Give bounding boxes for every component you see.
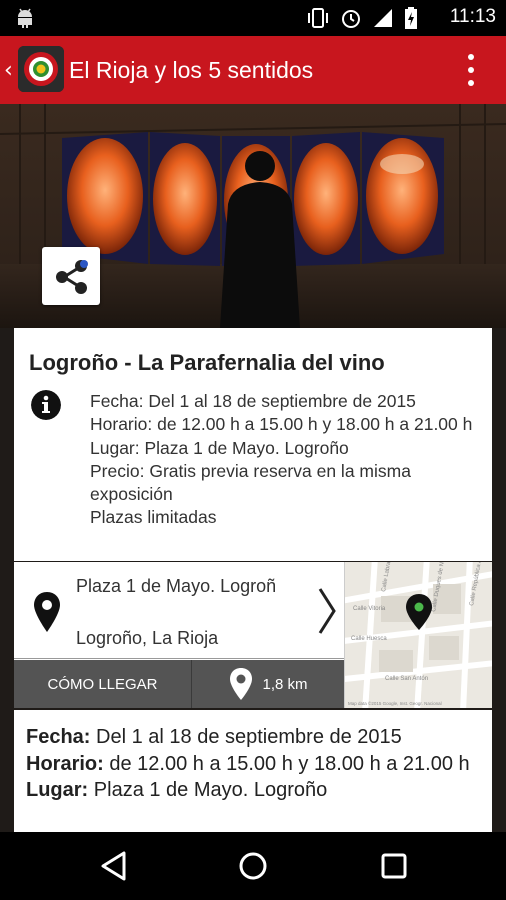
info-line-lugar: Lugar: Plaza 1 de Mayo. Logroño: [90, 437, 349, 458]
details-fecha: Fecha: Del 1 al 18 de septiembre de 2015: [26, 726, 402, 748]
event-details-card: Fecha: Del 1 al 18 de septiembre de 2015…: [14, 710, 492, 832]
info-line-fecha: Fecha: Del 1 al 18 de septiembre de 2015: [90, 391, 416, 411]
info-line-plazas: Plazas limitadas: [90, 507, 217, 528]
map-street-label: Calle San Antón: [385, 676, 428, 682]
vibrate-icon: [308, 8, 328, 28]
recents-nav-icon[interactable]: [378, 850, 410, 882]
location-pin-icon: [230, 668, 253, 700]
location-pin-icon: [34, 592, 60, 632]
signal-icon: [374, 9, 392, 27]
event-title: Logroño - La Parafernalia del vino: [29, 350, 385, 375]
distance-label: 1,8 km: [262, 675, 308, 693]
status-bar: 11:13: [0, 0, 506, 36]
divider: [14, 658, 344, 659]
clock: 11:13: [449, 6, 496, 27]
home-nav-icon[interactable]: [237, 850, 269, 882]
info-line-horario: Horario: de 12.00 h a 15.00 h y 18.00 h …: [90, 414, 473, 435]
event-info-card: Logroño - La Parafernalia del vino Fecha…: [14, 328, 492, 561]
chevron-right-icon[interactable]: [314, 586, 338, 636]
address-line-1: Plaza 1 de Mayo. Logroñ: [76, 576, 277, 596]
como-llegar-button[interactable]: CÓMO LLEGAR: [14, 660, 192, 708]
map-attribution: Map data ©2015 Google, Inst. Geogr. Naci…: [348, 700, 442, 706]
map-street-label: Calle Vitoria: [353, 606, 386, 612]
info-line-precio: Precio: Gratis previa reserva en la mism…: [90, 460, 411, 505]
app-bar: ‹ El Rioja y los 5 sentidos: [0, 36, 506, 104]
distance-button[interactable]: 1,8 km: [192, 660, 344, 708]
app-logo[interactable]: [18, 46, 64, 92]
app-title: El Rioja y los 5 sentidos: [69, 57, 314, 83]
details-lugar: Lugar: Plaza 1 de Mayo. Logroño: [26, 779, 328, 801]
alarm-icon: [342, 10, 360, 28]
android-icon: [18, 8, 32, 28]
event-info-text: Fecha: Del 1 al 18 de septiembre de 2015…: [90, 390, 480, 530]
map-street-label: Calle Huesca: [351, 636, 387, 642]
back-arrow-icon[interactable]: ‹: [4, 58, 13, 83]
details-horario: Horario: de 12.00 h a 15.00 h y 18.00 h …: [26, 752, 470, 775]
location-actions: CÓMO LLEGAR 1,8 km: [14, 660, 344, 708]
share-icon: [56, 260, 88, 294]
info-icon: [31, 390, 61, 420]
back-nav-icon[interactable]: [98, 850, 130, 882]
location-map-thumbnail[interactable]: Calle Huesca Calle Vitoria Calle Labrado…: [344, 562, 492, 708]
battery-icon: [405, 7, 417, 29]
share-button[interactable]: [42, 247, 100, 305]
address-line-2: Logroño, La Rioja: [76, 628, 219, 648]
overflow-menu-icon[interactable]: [466, 54, 476, 86]
event-detail-scroll[interactable]: Logroño - La Parafernalia del vino Fecha…: [0, 104, 506, 832]
navigation-bar: [0, 832, 506, 900]
location-card[interactable]: Plaza 1 de Mayo. Logroñ Logroño, La Rioj…: [14, 562, 492, 708]
